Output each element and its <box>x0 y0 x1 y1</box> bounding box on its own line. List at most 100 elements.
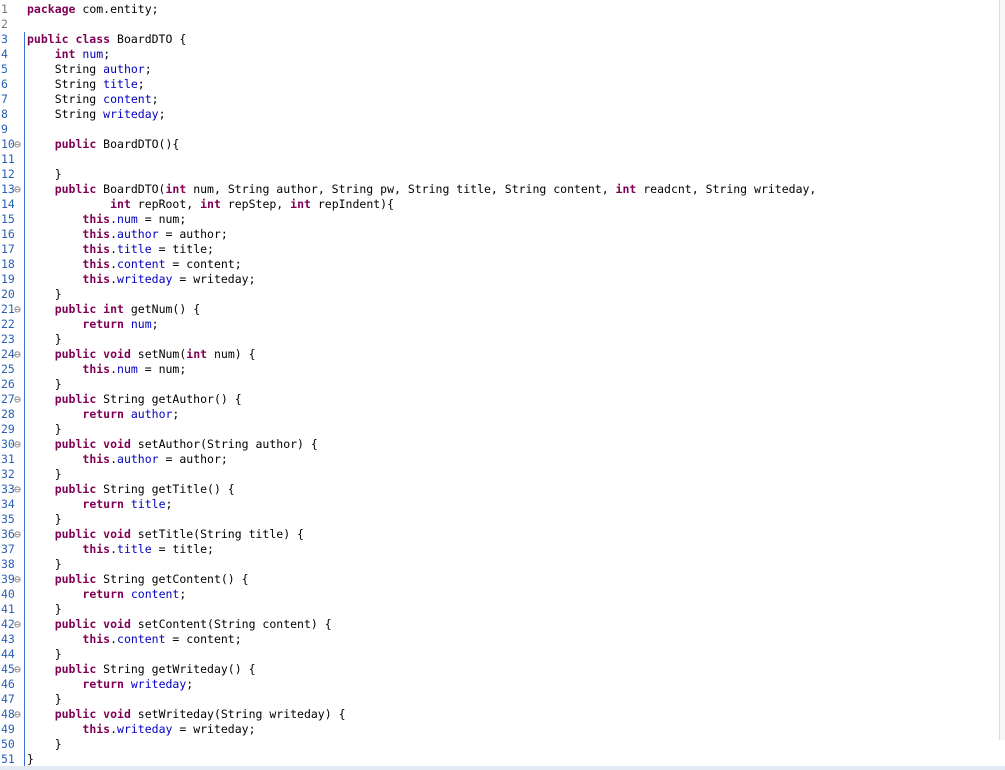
code-text: public void setContent(String content) { <box>27 617 332 632</box>
collapse-fold-icon[interactable]: ⊖ <box>14 302 24 317</box>
collapse-fold-icon[interactable]: ⊖ <box>14 392 24 407</box>
code-line[interactable]: 5 String author; <box>0 62 1000 77</box>
code-line[interactable]: 40 return content; <box>0 587 1000 602</box>
code-line[interactable]: 43 this.content = content; <box>0 632 1000 647</box>
collapse-fold-icon[interactable]: ⊖ <box>14 527 24 542</box>
code-line[interactable]: 21 ⊖ public int getNum() { <box>0 302 1000 317</box>
collapse-fold-icon[interactable]: ⊖ <box>14 707 24 722</box>
line-number: 32 <box>1 467 15 481</box>
code-line[interactable]: 14 int repRoot, int repStep, int repInde… <box>0 197 1000 212</box>
code-line[interactable]: 18 this.content = content; <box>0 257 1000 272</box>
code-token: . <box>110 257 118 271</box>
code-token: = author; <box>158 227 228 241</box>
code-token: } <box>27 752 34 766</box>
line-number: 4 <box>1 47 8 61</box>
keyword-token: int <box>615 182 637 196</box>
keyword-token: this <box>82 542 111 556</box>
code-line[interactable]: 2 <box>0 17 1000 32</box>
code-line[interactable]: 41 } <box>0 602 1000 617</box>
code-editor[interactable]: 1 package com.entity; 2 3 public class Board… <box>0 0 1000 770</box>
code-text: } <box>27 467 62 482</box>
code-token: } <box>27 377 62 391</box>
code-line[interactable]: 37 this.title = title; <box>0 542 1000 557</box>
line-number: 22 <box>1 317 15 331</box>
collapse-fold-icon[interactable]: ⊖ <box>14 617 24 632</box>
collapse-fold-icon[interactable]: ⊖ <box>14 572 24 587</box>
code-line[interactable]: 24 ⊖ public void setNum(int num) { <box>0 347 1000 362</box>
code-token: . <box>110 212 118 226</box>
code-line[interactable]: 50 } <box>0 737 1000 752</box>
line-number: 20 <box>1 287 15 301</box>
code-line[interactable]: 22 return num; <box>0 317 1000 332</box>
keyword-token: this <box>82 257 111 271</box>
code-line[interactable]: 19 this.writeday = writeday; <box>0 272 1000 287</box>
vertical-scrollbar[interactable] <box>999 0 1005 740</box>
code-line[interactable]: 15 this.num = num; <box>0 212 1000 227</box>
keyword-token: int <box>165 182 187 196</box>
code-token: setNum( <box>130 347 187 361</box>
code-line[interactable]: 26 } <box>0 377 1000 392</box>
code-line[interactable]: 13 ⊖ public BoardDTO(int num, String auth… <box>0 182 1000 197</box>
code-line[interactable]: 49 this.writeday = writeday; <box>0 722 1000 737</box>
code-line[interactable]: 6 String title; <box>0 77 1000 92</box>
collapse-fold-icon[interactable]: ⊖ <box>14 437 24 452</box>
code-line[interactable]: 7 String content; <box>0 92 1000 107</box>
code-text: } <box>27 422 62 437</box>
line-number: 31 <box>1 452 15 466</box>
code-line[interactable]: 20 } <box>0 287 1000 302</box>
code-token: getNum() { <box>123 302 201 316</box>
field-token: writeday <box>117 272 173 286</box>
collapse-fold-icon[interactable]: ⊖ <box>14 662 24 677</box>
field-token: title <box>103 77 138 91</box>
code-line[interactable]: 3 public class BoardDTO { <box>0 32 1000 47</box>
code-line[interactable]: 34 return title; <box>0 497 1000 512</box>
collapse-fold-icon[interactable]: ⊖ <box>14 347 24 362</box>
code-line[interactable]: 9 <box>0 122 1000 137</box>
line-number: 6 <box>1 77 8 91</box>
code-line[interactable]: 45 ⊖ public String getWriteday() { <box>0 662 1000 677</box>
code-line[interactable]: 10 ⊖ public BoardDTO(){ <box>0 137 1000 152</box>
code-line[interactable]: 47 } <box>0 692 1000 707</box>
code-line[interactable]: 17 this.title = title; <box>0 242 1000 257</box>
code-line[interactable]: 51} <box>0 752 1000 767</box>
code-line[interactable]: 25 this.num = num; <box>0 362 1000 377</box>
code-line[interactable]: 4 int num; <box>0 47 1000 62</box>
collapse-fold-icon[interactable]: ⊖ <box>14 182 24 197</box>
code-line[interactable]: 35 } <box>0 512 1000 527</box>
keyword-token: public <box>54 572 97 586</box>
code-line[interactable]: 16 this.author = author; <box>0 227 1000 242</box>
field-token: content <box>117 632 166 646</box>
code-line[interactable]: 32 } <box>0 467 1000 482</box>
code-text: } <box>27 332 62 347</box>
code-token: com.entity; <box>75 2 159 16</box>
code-line[interactable]: 1 package com.entity; <box>0 2 1000 17</box>
code-line[interactable]: 46 return writeday; <box>0 677 1000 692</box>
code-line[interactable]: 31 this.author = author; <box>0 452 1000 467</box>
code-line[interactable]: 28 return author; <box>0 407 1000 422</box>
code-line[interactable]: 11 <box>0 152 1000 167</box>
code-line[interactable]: 29 } <box>0 422 1000 437</box>
code-token: = writeday; <box>172 722 256 736</box>
collapse-fold-icon[interactable]: ⊖ <box>14 137 24 152</box>
code-text: return num; <box>27 317 158 332</box>
code-token: num) { <box>207 347 256 361</box>
code-line[interactable]: 38 } <box>0 557 1000 572</box>
code-token: = num; <box>137 362 187 376</box>
code-text: this.writeday = writeday; <box>27 272 255 287</box>
code-line[interactable]: 30 ⊖ public void setAuthor(String author)… <box>0 437 1000 452</box>
code-line[interactable]: 8 String writeday; <box>0 107 1000 122</box>
collapse-fold-icon[interactable]: ⊖ <box>14 482 24 497</box>
line-number: 26 <box>1 377 15 391</box>
code-line[interactable]: 48 ⊖ public void setWriteday(String write… <box>0 707 1000 722</box>
code-line[interactable]: 27 ⊖ public String getAuthor() { <box>0 392 1000 407</box>
code-line[interactable]: 23 } <box>0 332 1000 347</box>
code-line[interactable]: 36 ⊖ public void setTitle(String title) { <box>0 527 1000 542</box>
code-line[interactable]: 33 ⊖ public String getTitle() { <box>0 482 1000 497</box>
code-line[interactable]: 44 } <box>0 647 1000 662</box>
code-token: . <box>110 362 118 376</box>
code-line[interactable]: 42 ⊖ public void setContent(String conten… <box>0 617 1000 632</box>
code-line[interactable]: 12 } <box>0 167 1000 182</box>
code-line[interactable]: 39 ⊖ public String getContent() { <box>0 572 1000 587</box>
